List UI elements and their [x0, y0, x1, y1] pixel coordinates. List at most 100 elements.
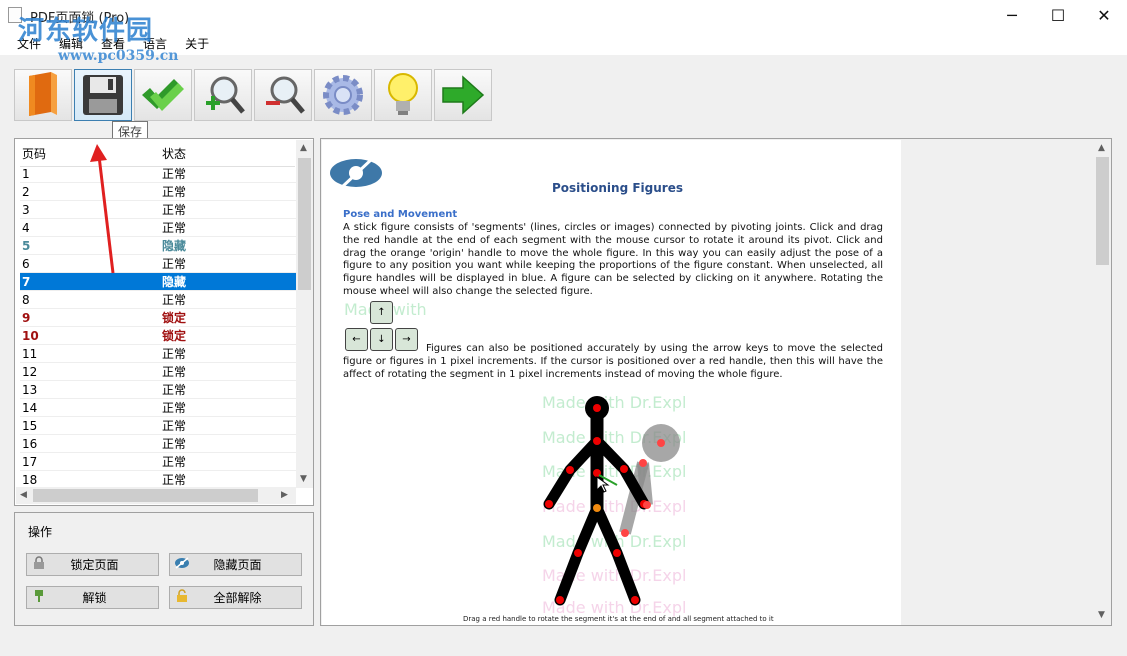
list-item[interactable]: 6 正常 — [20, 255, 296, 273]
gear-icon — [323, 75, 363, 115]
page-state: 正常 — [162, 257, 187, 271]
zoom-in-button[interactable] — [194, 69, 252, 121]
key-icon — [27, 589, 51, 606]
page-list[interactable]: 页码 状态 1 正常 2 正常 3 正常 4 正常 5 隐藏 6 正常 7 隐藏 8 正常 9 锁定 10 锁定 11 正… — [14, 138, 314, 506]
list-item[interactable]: 4 正常 — [20, 219, 296, 237]
document-page: Positioning Figures Pose and Movement A … — [322, 140, 901, 625]
maximize-button[interactable]: ☐ — [1035, 0, 1081, 31]
scroll-right-icon[interactable]: ▶ — [281, 490, 288, 500]
open-button[interactable] — [14, 69, 72, 121]
apply-button[interactable] — [134, 69, 192, 121]
hidden-eye-icon — [330, 156, 382, 190]
page-number: 16 — [22, 436, 38, 451]
doc-paragraph-2: Figures can also be positioned accuratel… — [343, 343, 883, 380]
doc-title: Positioning Figures — [552, 181, 683, 195]
unlock-button[interactable]: 解锁 — [26, 586, 159, 609]
list-item[interactable]: 7 隐藏 — [20, 273, 296, 291]
close-button[interactable]: ✕ — [1081, 0, 1127, 31]
key-up-icon: ↑ — [370, 301, 393, 324]
stick-figure-illustration — [543, 396, 680, 606]
scroll-left-icon[interactable]: ◀ — [20, 490, 27, 500]
operations-title: 操作 — [28, 525, 53, 539]
annotation-arrow-icon — [90, 144, 115, 274]
watermark-logo: 河东软件园 — [18, 16, 154, 46]
lock-icon — [27, 556, 51, 573]
settings-button[interactable] — [314, 69, 372, 121]
list-item[interactable]: 1 正常 — [20, 165, 296, 183]
page-state: 正常 — [162, 383, 187, 397]
scroll-up-icon[interactable]: ▲ — [1098, 143, 1105, 153]
list-item[interactable]: 15 正常 — [20, 417, 296, 435]
document-scrollbar[interactable]: ▲ ▼ — [1094, 140, 1111, 625]
save-button[interactable] — [74, 69, 132, 121]
page-state: 正常 — [162, 419, 187, 433]
list-item[interactable]: 16 正常 — [20, 435, 296, 453]
next-arrow-icon — [442, 75, 485, 115]
unlock-all-button[interactable]: 全部解除 — [169, 586, 302, 609]
toolbar — [14, 69, 492, 121]
scroll-up-icon[interactable]: ▲ — [300, 143, 307, 153]
page-state: 正常 — [162, 401, 187, 415]
list-item[interactable]: 17 正常 — [20, 453, 296, 471]
header-state[interactable]: 状态 — [162, 145, 186, 166]
open-book-icon — [29, 72, 57, 116]
save-icon — [83, 75, 123, 115]
lightbulb-icon — [388, 73, 418, 115]
doc-subtitle: Pose and Movement — [343, 209, 458, 220]
page-number: 9 — [22, 310, 31, 325]
document-scroll-thumb[interactable] — [1096, 157, 1109, 265]
menu-about[interactable]: 关于 — [176, 31, 218, 55]
page-number: 8 — [22, 292, 30, 307]
page-number: 13 — [22, 382, 38, 397]
document-view[interactable]: Positioning Figures Pose and Movement A … — [320, 138, 1112, 626]
list-item[interactable]: 10 锁定 — [20, 327, 296, 345]
list-item[interactable]: 3 正常 — [20, 201, 296, 219]
scroll-down-icon[interactable]: ▼ — [300, 474, 307, 484]
double-check-icon — [142, 79, 184, 111]
hide-page-button[interactable]: 隐藏页面 — [169, 553, 302, 576]
tips-button[interactable] — [374, 69, 432, 121]
page-number: 17 — [22, 454, 38, 469]
page-state: 正常 — [162, 293, 187, 307]
next-button[interactable] — [434, 69, 492, 121]
list-item[interactable]: 5 隐藏 — [20, 237, 296, 255]
page-state: 正常 — [162, 203, 187, 217]
page-number: 15 — [22, 418, 38, 433]
page-state: 正常 — [162, 167, 187, 181]
page-state: 锁定 — [162, 329, 187, 343]
page-number: 10 — [22, 328, 39, 343]
list-item[interactable]: 14 正常 — [20, 399, 296, 417]
operations-panel: 操作 锁定页面 隐藏页面 解锁 全部解除 — [14, 512, 314, 626]
zoom-out-button[interactable] — [254, 69, 312, 121]
lock-page-button[interactable]: 锁定页面 — [26, 553, 159, 576]
list-item[interactable]: 13 正常 — [20, 381, 296, 399]
page-state: 正常 — [162, 437, 187, 451]
page-state: 隐藏 — [162, 275, 187, 289]
title-bar: PDF页面锁 (Pro) ─ ☐ ✕ — [0, 0, 1127, 31]
list-item[interactable]: 2 正常 — [20, 183, 296, 201]
page-state: 正常 — [162, 347, 187, 361]
page-number: 12 — [22, 364, 38, 379]
list-horizontal-scrollbar[interactable]: ◀ ▶ — [16, 487, 296, 504]
page-state: 正常 — [162, 185, 187, 199]
hidden-eye-icon — [170, 557, 194, 572]
scroll-down-icon[interactable]: ▼ — [1098, 610, 1105, 620]
zoom-out-icon — [266, 76, 305, 114]
page-state: 正常 — [162, 473, 187, 487]
page-number: 7 — [22, 274, 31, 289]
list-item[interactable]: 8 正常 — [20, 291, 296, 309]
minimize-button[interactable]: ─ — [989, 0, 1035, 31]
page-state: 正常 — [162, 455, 187, 469]
list-vertical-scrollbar[interactable]: ▲ ▼ — [296, 140, 313, 488]
page-number: 14 — [22, 400, 38, 415]
watermark-url: www.pc0359.cn — [58, 48, 179, 64]
list-hscroll-thumb[interactable] — [33, 489, 258, 502]
list-item[interactable]: 9 锁定 — [20, 309, 296, 327]
list-scroll-thumb[interactable] — [298, 158, 311, 290]
list-item[interactable]: 12 正常 — [20, 363, 296, 381]
page-number: 11 — [22, 346, 38, 361]
page-state: 锁定 — [162, 311, 187, 325]
doc-paragraph-1: A stick figure consists of 'segments' (l… — [343, 222, 883, 297]
list-item[interactable]: 11 正常 — [20, 345, 296, 363]
doc-caption: Drag a red handle to rotate the segment … — [463, 615, 774, 623]
